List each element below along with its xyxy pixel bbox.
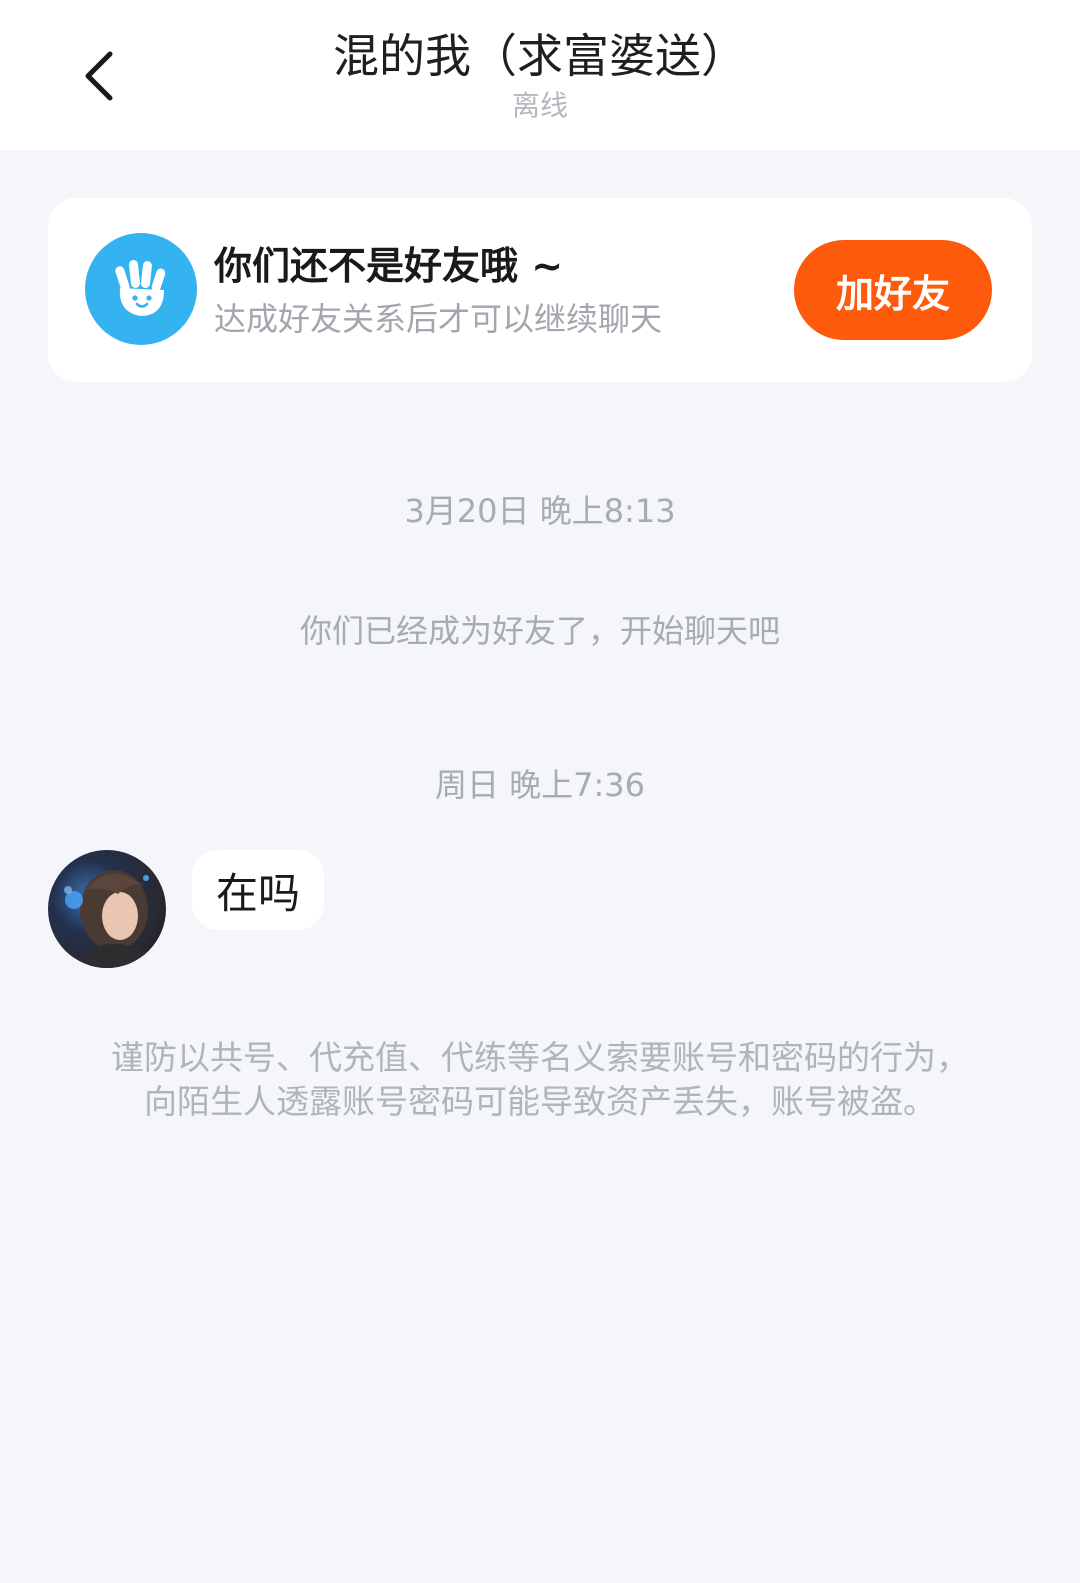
not-friends-title: 你们还不是好友哦 ~ [214,244,564,288]
contact-name: 混的我（求富婆送） [333,29,747,83]
add-friend-button[interactable]: 加好友 [794,240,992,340]
avatar[interactable] [48,850,166,968]
chat-header: 混的我（求富婆送） 离线 [0,0,1080,150]
timestamp: 3月20日 晚上8:13 [404,492,676,530]
waving-hand-icon [85,233,197,345]
online-status: 离线 [511,89,568,122]
message-text: 在吗 [216,868,301,918]
timestamp: 周日 晚上7:36 [434,766,646,804]
message-bubble[interactable]: 在吗 [192,850,325,930]
not-friends-subtitle: 达成好友关系后才可以继续聊天 [214,300,663,338]
system-message: 你们已经成为好友了，开始聊天吧 [299,612,780,650]
not-friends-card: 你们还不是好友哦 ~ 达成好友关系后才可以继续聊天 加好友 [48,198,1032,382]
security-notice: 谨防以共号、代充值、代练等名义索要账号和密码的行为，向陌生人透露账号密码可能导致… [111,1038,969,1121]
